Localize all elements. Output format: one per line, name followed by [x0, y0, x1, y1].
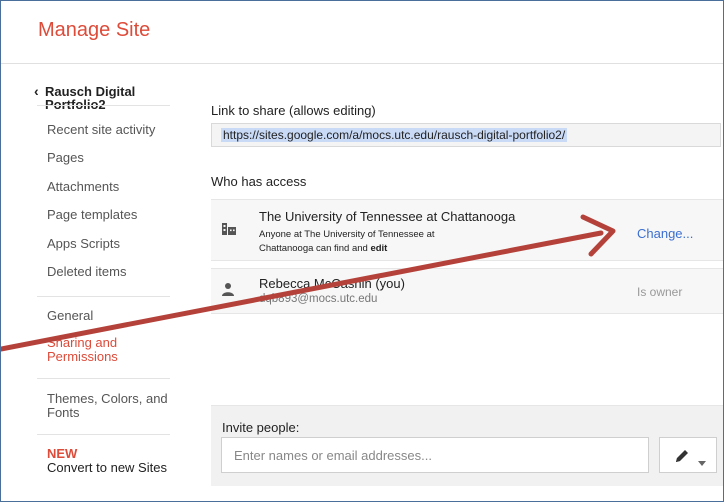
- sidebar-item-attachments[interactable]: Attachments: [47, 180, 177, 194]
- pencil-icon: [673, 447, 691, 470]
- sidebar-item-recent-activity[interactable]: Recent site activity: [47, 123, 177, 137]
- who-has-access-label: Who has access: [211, 174, 307, 189]
- convert-label: Convert to new Sites: [47, 460, 167, 475]
- sidebar-item-sharing-permissions[interactable]: Sharing and Permissions: [47, 336, 177, 364]
- invite-input[interactable]: [221, 437, 649, 473]
- sidebar-item-apps-scripts[interactable]: Apps Scripts: [47, 237, 177, 251]
- org-access-description: Anyone at The University of Tennessee at…: [259, 228, 489, 256]
- invite-label: Invite people:: [222, 420, 300, 435]
- sidebar-item-themes[interactable]: Themes, Colors, and Fonts: [47, 392, 177, 420]
- caret-down-icon: [698, 453, 706, 471]
- chevron-left-icon: ‹: [34, 83, 39, 99]
- org-access-text: Anyone at The University of Tennessee at…: [259, 229, 435, 254]
- sidebar-divider: [37, 296, 170, 297]
- sidebar-item-convert-new-sites[interactable]: NEW Convert to new Sites: [47, 447, 177, 475]
- sidebar-item-deleted-items[interactable]: Deleted items: [47, 265, 177, 279]
- building-icon: [221, 222, 237, 241]
- header: Manage Site: [1, 1, 723, 64]
- page-title: Manage Site: [38, 19, 151, 41]
- site-name: Rausch Digital Portfolio2: [45, 84, 136, 112]
- sidebar-item-pages[interactable]: Pages: [47, 151, 177, 165]
- sidebar-item-general[interactable]: General: [47, 309, 177, 323]
- sidebar-item-page-templates[interactable]: Page templates: [47, 208, 177, 222]
- new-badge: NEW: [47, 446, 78, 461]
- org-name: The University of Tennessee at Chattanoo…: [259, 209, 516, 224]
- permission-dropdown-button[interactable]: [659, 437, 717, 473]
- invite-section: Invite people:: [211, 405, 723, 486]
- manage-site-window: Manage Site ‹ Rausch Digital Portfolio2 …: [0, 0, 724, 502]
- link-share-label: Link to share (allows editing): [211, 103, 376, 118]
- sharing-panel: Link to share (allows editing) https://s…: [191, 63, 723, 501]
- access-row-owner: Rebecca McCashin (you) dqb893@mocs.utc.e…: [211, 268, 723, 314]
- share-link-field[interactable]: https://sites.google.com/a/mocs.utc.edu/…: [211, 123, 721, 147]
- owner-role: Is owner: [637, 285, 683, 299]
- owner-name: Rebecca McCashin (you): [259, 276, 405, 291]
- sidebar-divider: [37, 434, 170, 435]
- owner-email: dqb893@mocs.utc.edu: [259, 293, 378, 305]
- person-icon: [221, 281, 235, 302]
- org-access-level: edit: [370, 243, 388, 254]
- back-to-site-link[interactable]: ‹ Rausch Digital Portfolio2: [34, 83, 174, 112]
- sidebar-divider: [37, 378, 170, 379]
- sidebar-divider: [37, 105, 170, 106]
- access-row-organization: The University of Tennessee at Chattanoo…: [211, 199, 723, 261]
- sidebar: ‹ Rausch Digital Portfolio2 Recent site …: [1, 63, 191, 501]
- share-link-url: https://sites.google.com/a/mocs.utc.edu/…: [221, 128, 568, 142]
- change-access-link[interactable]: Change...: [637, 226, 693, 241]
